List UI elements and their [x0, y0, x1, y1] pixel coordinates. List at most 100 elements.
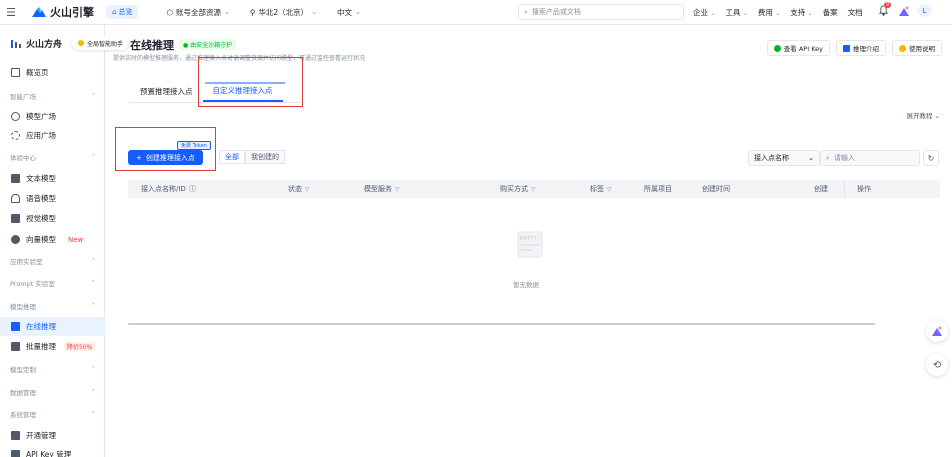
- sidebar-item-model-plaza[interactable]: 模型广场: [0, 107, 105, 126]
- filter-icon: ▽: [607, 185, 612, 193]
- ai-assistant-fab[interactable]: [926, 320, 948, 342]
- plus-icon: +: [136, 153, 142, 162]
- sidebar-item-activation[interactable]: 开通管理: [0, 426, 105, 445]
- owner-filter: 全部 我创建的: [219, 150, 285, 164]
- inference-intro-button[interactable]: 推理介绍: [836, 40, 886, 56]
- endpoint-tabs: 预置推理接入点 自定义推理接入点: [130, 80, 283, 102]
- usage-guide-button[interactable]: 使用说明: [892, 40, 942, 56]
- sidebar-brand[interactable]: 火山方舟: [10, 37, 62, 50]
- top-menu-billing[interactable]: 费用 ⌄: [758, 7, 780, 18]
- account-dropdown[interactable]: ⬡ 账号全部资源 ⌄: [166, 7, 229, 18]
- sidebar-group-plaza[interactable]: 智能广场 ˄: [0, 88, 105, 104]
- home-button[interactable]: ⌂ 总览: [106, 5, 139, 19]
- inference-icon: [11, 322, 20, 331]
- filter-all[interactable]: 全部: [219, 150, 245, 164]
- filter-icon: ▽: [305, 185, 310, 193]
- column-purchase-method[interactable]: 购买方式 ▽: [500, 180, 536, 198]
- top-menu-support[interactable]: 支持 ⌄: [790, 7, 812, 18]
- chevron-down-icon: ⌄: [808, 154, 814, 162]
- brand[interactable]: 火山引擎: [32, 4, 94, 20]
- chevron-down-icon: ⌄: [311, 8, 318, 16]
- refresh-button[interactable]: ↻: [923, 150, 939, 166]
- top-menu-tools[interactable]: 工具 ⌄: [725, 7, 747, 18]
- language-dropdown[interactable]: 中文 ⌄: [337, 7, 361, 18]
- sidebar-group-lab[interactable]: 应用实验室 ˅: [0, 253, 105, 269]
- refresh-icon: ↻: [927, 153, 935, 163]
- sidebar-group-custom[interactable]: 模型定制 ˅: [0, 361, 105, 377]
- svg-text:EMPTY: EMPTY: [520, 236, 538, 242]
- column-status[interactable]: 状态 ▽: [288, 180, 310, 198]
- sidebar-group-prompt[interactable]: Prompt 实验室 ˅: [0, 275, 105, 291]
- notification-count: 9: [884, 1, 892, 8]
- volcano-logo-icon: [32, 7, 46, 17]
- sidebar-item-online-inference[interactable]: 在线推理: [0, 317, 105, 336]
- sidebar-brand-name: 火山方舟: [26, 40, 63, 50]
- ark-logo-icon: [11, 39, 21, 48]
- sidebar-item-batch-inference[interactable]: 批量推理 降价50%: [0, 337, 105, 356]
- view-api-key-button[interactable]: 查看 API Key: [766, 40, 830, 56]
- sidebar-group-data[interactable]: 数据管理 ˅: [0, 384, 105, 400]
- horizontal-scrollbar[interactable]: [128, 323, 875, 325]
- global-search-input[interactable]: ⌕ 搜索产品或文档: [518, 4, 684, 20]
- dashboard-icon: [11, 68, 20, 77]
- region-label: 华北2（北京）: [258, 7, 309, 17]
- shield-icon: ●: [183, 42, 189, 49]
- tab-preset-endpoints[interactable]: 预置推理接入点: [130, 80, 203, 102]
- column-created-time: 创建时间: [702, 185, 730, 193]
- chevron-down-icon: ⌄: [934, 112, 940, 120]
- notification-button[interactable]: 9: [878, 1, 892, 17]
- sidebar-item-app-plaza[interactable]: 应用广场: [0, 126, 105, 145]
- sidebar-item-overview[interactable]: 概览页: [0, 63, 105, 82]
- chevron-down-icon: ˅: [91, 365, 95, 373]
- account-label: 账号全部资源: [176, 7, 222, 17]
- sidebar-item-text-model[interactable]: 文本模型: [0, 169, 105, 188]
- empty-state-text: 暂无数据: [513, 281, 539, 289]
- column-divider: [844, 180, 845, 198]
- search-placeholder: 搜索产品或文档: [531, 8, 581, 16]
- page-description: 提供实时的模型推理服务，通过推理接入点对话调整资源并访问模型，可通过监控查看运行…: [113, 55, 366, 62]
- top-bar: ☰ 火山引擎 ⌂ 总览 ⬡ 账号全部资源 ⌄ ⚲ 华北2（北京） ⌄ 中文 ⌄ …: [0, 0, 952, 25]
- microphone-icon: [11, 194, 20, 203]
- discount-badge: 降价50%: [64, 342, 96, 351]
- chevron-down-icon: ˅: [91, 388, 95, 396]
- key-icon: [773, 44, 781, 52]
- ai-assistant-icon[interactable]: [898, 5, 910, 17]
- support-fab[interactable]: ⟲: [926, 354, 948, 376]
- avatar[interactable]: L: [918, 4, 931, 17]
- sidebar-item-vision-model[interactable]: 视觉模型: [0, 209, 105, 228]
- menu-icon[interactable]: ☰: [0, 6, 22, 19]
- sidebar-group-system[interactable]: 系统管理 ˄: [0, 406, 105, 422]
- home-label: 总览: [118, 8, 133, 16]
- global-assistant-button[interactable]: 全局智能助手: [72, 36, 130, 50]
- expand-tutorial-link[interactable]: 展开教程 ⌄: [906, 110, 940, 120]
- sidebar-group-experience[interactable]: 体验中心 ˄: [0, 149, 105, 165]
- column-actions: 操作: [857, 185, 871, 193]
- tab-custom-endpoints[interactable]: 自定义推理接入点: [202, 80, 283, 102]
- column-model-service[interactable]: 模型服务 ▽: [364, 180, 400, 198]
- create-endpoint-button[interactable]: + 创建推理接入点: [128, 150, 203, 165]
- search-icon: ⌕: [524, 7, 528, 16]
- filter-icon: ▽: [531, 185, 536, 193]
- filter-icon: ▽: [395, 185, 400, 193]
- top-menu-enterprise[interactable]: 企业 ⌄: [693, 7, 715, 18]
- text-icon: [11, 174, 20, 183]
- sidebar-item-api-key[interactable]: API Key 管理: [0, 445, 105, 457]
- endpoint-search-input[interactable]: ⌕ 请输入: [820, 150, 920, 166]
- column-tags[interactable]: 标签 ▽: [590, 180, 612, 198]
- empty-state-icon: EMPTY: [517, 231, 543, 258]
- top-menu-docs[interactable]: 文档: [848, 7, 863, 18]
- sidebar-item-voice-model[interactable]: 语音模型: [0, 189, 105, 208]
- search-field-select[interactable]: 接入点名称 ⌄: [748, 150, 820, 166]
- filter-mine[interactable]: 我创建的: [245, 150, 285, 164]
- region-dropdown[interactable]: ⚲ 华北2（北京） ⌄: [250, 7, 317, 18]
- free-token-badge: 免费 Token: [177, 141, 211, 150]
- book-icon: [843, 44, 850, 52]
- top-menu-filing[interactable]: 备案: [823, 7, 838, 18]
- language-label: 中文: [337, 7, 353, 17]
- location-icon: ⚲: [249, 7, 256, 17]
- app-icon: [11, 131, 20, 140]
- column-project: 所属项目: [644, 185, 672, 193]
- ai-assistant-icon: [932, 326, 942, 336]
- sidebar-item-vector-model[interactable]: 向量模型 New: [0, 230, 105, 249]
- sidebar-group-inference[interactable]: 模型推理 ˄: [0, 298, 105, 314]
